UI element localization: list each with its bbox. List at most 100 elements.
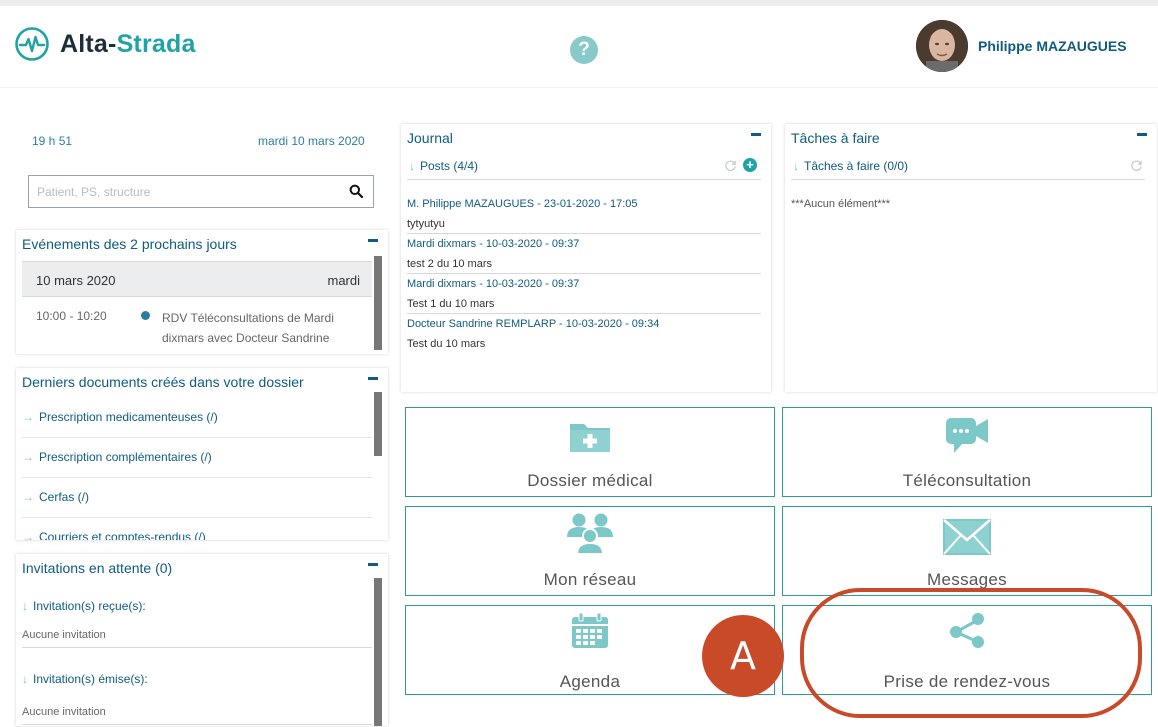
journal-panel-title: Journal <box>407 130 453 146</box>
post-message: test 2 du 10 mars <box>407 254 761 274</box>
arrow-right-icon: → <box>22 410 34 424</box>
invitations-received-empty: Aucune invitation <box>22 629 372 648</box>
refresh-icon[interactable] <box>724 159 737 172</box>
journal-posts-label: Posts (4/4) <box>420 159 479 173</box>
invitations-sent-empty: Aucune invitation <box>22 706 372 725</box>
envelope-icon <box>943 519 991 555</box>
search-icon[interactable] <box>349 184 363 198</box>
search-input[interactable] <box>29 176 339 207</box>
refresh-icon[interactable] <box>1130 159 1143 172</box>
documents-panel-title: Derniers documents créés dans votre doss… <box>22 374 304 390</box>
arrow-down-icon: ↓ <box>22 599 28 613</box>
tasks-sub-label: Tâches à faire (0/0) <box>804 159 909 173</box>
tasks-header: ↓ Tâches à faire (0/0) <box>791 154 1145 180</box>
arrow-down-icon: ↓ <box>793 159 799 173</box>
tile-mon-reseau[interactable]: Mon réseau <box>405 506 775 596</box>
tile-label: Mon réseau <box>543 570 637 589</box>
event-text: RDV Téléconsultations de Mardi dixmars a… <box>162 311 334 345</box>
current-time: 19 h 51 <box>32 134 73 148</box>
event-day-name: mardi <box>327 273 360 288</box>
events-panel-title: Evénements des 2 prochains jours <box>22 236 237 252</box>
invitations-scrollbar[interactable] <box>374 578 382 726</box>
event-dot-icon <box>141 311 150 320</box>
current-date: mardi 10 mars 2020 <box>258 134 365 148</box>
doc-item-courriers[interactable]: → Courriers et comptes-rendus (/) <box>22 518 372 540</box>
post-author[interactable]: Docteur Sandrine REMPLARP - 10-03-2020 -… <box>407 314 761 334</box>
event-day-header: 10 mars 2020 mardi <box>22 261 372 297</box>
brand-main: Alta- <box>60 29 117 58</box>
event-day-date: 10 mars 2020 <box>36 273 116 288</box>
arrow-right-icon: → <box>22 450 34 464</box>
journal-posts-toggle[interactable]: ↓ Posts (4/4) <box>409 159 478 173</box>
add-post-icon[interactable]: + <box>743 158 757 172</box>
tile-teleconsultation[interactable]: Téléconsultation <box>782 407 1152 497</box>
journal-panel: Journal ↓ Posts (4/4) + M. Philippe MAZAU… <box>401 124 771 392</box>
post-author[interactable]: M. Philippe MAZAUGUES - 23-01-2020 - 17:… <box>407 194 761 214</box>
tasks-toggle[interactable]: ↓ Tâches à faire (0/0) <box>793 159 908 173</box>
post-message: tytyutyu <box>407 214 761 234</box>
events-minimize-icon[interactable] <box>368 234 380 246</box>
tile-label: Téléconsultation <box>902 471 1032 490</box>
doc-item-label: Prescription medicamenteuses (/) <box>39 410 218 424</box>
tile-label: Dossier médical <box>527 471 653 490</box>
tasks-minimize-icon[interactable] <box>1137 128 1149 140</box>
event-time: 10:00 - 10:20 <box>36 309 107 323</box>
documents-scrollbar[interactable] <box>374 392 382 456</box>
video-chat-icon <box>946 418 988 453</box>
highlight-ring <box>800 588 1142 718</box>
tile-label: Messages <box>927 570 1007 589</box>
search-box <box>28 175 374 208</box>
people-network-icon <box>567 513 613 555</box>
post-author[interactable]: Mardi dixmars - 10-03-2020 - 09:37 <box>407 274 761 294</box>
doc-item-label: Courriers et comptes-rendus (/) <box>39 530 206 540</box>
user-photo-icon <box>916 20 968 72</box>
events-scrollbar[interactable] <box>374 256 382 350</box>
documents-minimize-icon[interactable] <box>368 372 380 384</box>
journal-post[interactable]: Docteur Sandrine REMPLARP - 10-03-2020 -… <box>407 314 761 354</box>
user-name[interactable]: Philippe MAZAUGUES <box>978 38 1127 54</box>
medical-folder-icon <box>570 424 610 452</box>
tasks-panel: Tâches à faire ↓ Tâches à faire (0/0) ***… <box>785 124 1157 392</box>
tile-messages[interactable]: Messages <box>782 506 1152 596</box>
app-header: Alta-Strada ? Philippe MAZAUGUES <box>0 6 1158 88</box>
tile-dossier-medical[interactable]: Dossier médical <box>405 407 775 497</box>
tasks-empty-text: ***Aucun élément*** <box>791 198 891 210</box>
brand-name: Alta-Strada <box>60 30 196 59</box>
annotation-badge: A <box>702 615 784 697</box>
events-panel: Evénements des 2 prochains jours 10 mars… <box>16 230 388 354</box>
invitations-sent-toggle[interactable]: ↓ Invitation(s) émise(s): <box>22 672 148 686</box>
invitations-minimize-icon[interactable] <box>368 558 380 570</box>
invitations-panel: Invitations en attente (0) ↓ Invitation(s… <box>16 554 388 726</box>
journal-minimize-icon[interactable] <box>751 128 763 140</box>
post-message: Test 1 du 10 mars <box>407 294 761 314</box>
arrow-down-icon: ↓ <box>22 672 28 686</box>
doc-item-label: Cerfas (/) <box>39 490 90 504</box>
documents-panel: Derniers documents créés dans votre doss… <box>16 368 388 540</box>
invitations-sent-label: Invitation(s) émise(s): <box>33 672 148 686</box>
doc-item-cerfas[interactable]: → Cerfas (/) <box>22 478 372 518</box>
arrow-down-icon: ↓ <box>409 159 415 173</box>
post-message: Test du 10 mars <box>407 338 486 350</box>
doc-item-prescription-complementaires[interactable]: → Prescription complémentaires (/) <box>22 438 372 478</box>
journal-post[interactable]: Mardi dixmars - 10-03-2020 - 09:37 test … <box>407 234 761 274</box>
invitations-panel-title: Invitations en attente (0) <box>22 560 173 576</box>
calendar-icon <box>572 612 608 648</box>
doc-item-label: Prescription complémentaires (/) <box>39 450 212 464</box>
user-menu[interactable]: Philippe MAZAUGUES <box>916 20 1127 72</box>
post-author[interactable]: Mardi dixmars - 10-03-2020 - 09:37 <box>407 234 761 254</box>
journal-post[interactable]: Mardi dixmars - 10-03-2020 - 09:37 Test … <box>407 274 761 314</box>
journal-post[interactable]: M. Philippe MAZAUGUES - 23-01-2020 - 17:… <box>407 194 761 234</box>
invitations-received-label: Invitation(s) reçue(s): <box>33 599 146 613</box>
avatar[interactable] <box>916 20 968 72</box>
arrow-right-icon: → <box>22 490 34 504</box>
doc-item-prescription-medicamenteuses[interactable]: → Prescription medicamenteuses (/) <box>22 398 372 438</box>
help-icon[interactable]: ? <box>570 36 598 64</box>
tasks-panel-title: Tâches à faire <box>791 130 880 146</box>
arrow-right-icon: → <box>22 530 34 540</box>
event-item[interactable]: 10:00 - 10:20 RDV Téléconsultations de M… <box>22 298 372 348</box>
invitations-received-toggle[interactable]: ↓ Invitation(s) reçue(s): <box>22 599 146 613</box>
heartbeat-logo-icon <box>15 27 49 61</box>
app-logo[interactable]: Alta-Strada <box>14 26 196 62</box>
brand-accent: Strada <box>116 29 196 58</box>
journal-posts-header: ↓ Posts (4/4) + <box>407 154 761 180</box>
